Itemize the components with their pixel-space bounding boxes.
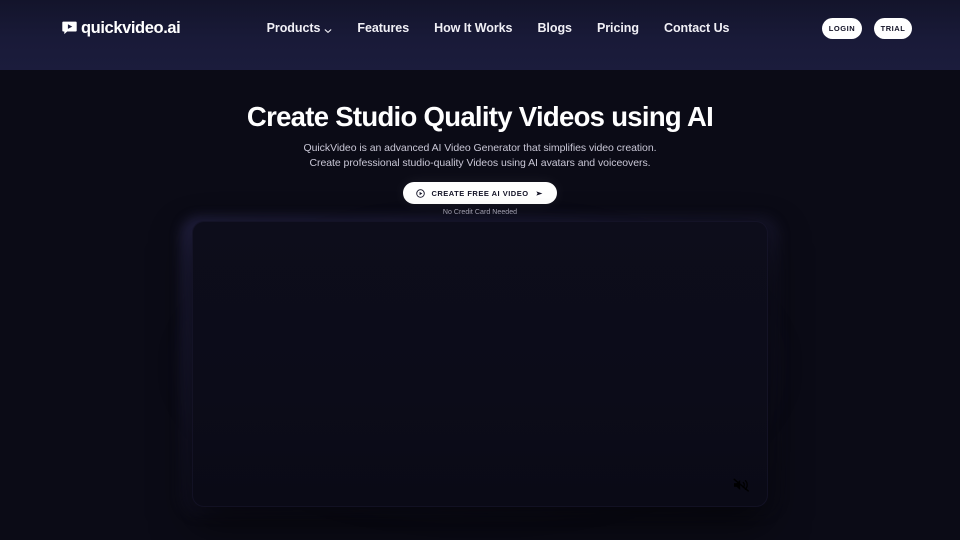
play-arrow-icon bbox=[535, 189, 544, 198]
nav-item-blogs[interactable]: Blogs bbox=[537, 21, 572, 35]
hero-subtitle-line-1: QuickVideo is an advanced AI Video Gener… bbox=[303, 141, 657, 154]
cta-container: CREATE FREE AI VIDEO bbox=[0, 182, 960, 205]
nav-label: How It Works bbox=[434, 21, 513, 35]
nav-item-products[interactable]: Products bbox=[267, 21, 333, 35]
no-credit-card-note: No Credit Card Needed bbox=[442, 209, 518, 217]
page-title: Create Studio Quality Videos using AI bbox=[246, 101, 714, 132]
navbar: quickvideo.ai Products Features How It W… bbox=[0, 0, 960, 56]
nav-label: Products bbox=[266, 21, 321, 35]
trial-button[interactable]: TRIAL bbox=[873, 17, 912, 39]
nav-item-how-it-works[interactable]: How It Works bbox=[434, 21, 512, 35]
hero-subtitle: QuickVideo is an advanced AI Video Gener… bbox=[0, 141, 960, 171]
brand-logo[interactable]: quickvideo.ai bbox=[62, 18, 181, 38]
video-player[interactable] bbox=[192, 221, 768, 507]
speaker-muted-icon[interactable] bbox=[732, 477, 750, 493]
nav-item-contact-us[interactable]: Contact Us bbox=[663, 21, 730, 35]
nav-item-pricing[interactable]: Pricing bbox=[597, 21, 639, 35]
login-button[interactable]: LOGIN bbox=[821, 17, 862, 39]
nav-label: Pricing bbox=[596, 21, 639, 35]
hero-section: Create Studio Quality Videos using AI Qu… bbox=[0, 70, 960, 216]
nav-label: Features bbox=[357, 21, 410, 35]
create-free-ai-video-button[interactable]: CREATE FREE AI VIDEO bbox=[403, 182, 557, 205]
main-navigation: Products Features How It Works Blogs Pri… bbox=[227, 21, 730, 35]
nav-label: Contact Us bbox=[663, 21, 730, 35]
nav-item-features[interactable]: Features bbox=[357, 21, 409, 35]
chat-play-icon bbox=[62, 21, 77, 35]
cta-label: CREATE FREE AI VIDEO bbox=[431, 188, 529, 198]
nav-label: Blogs bbox=[537, 21, 572, 35]
hero-subtitle-line-2: Create professional studio-quality Video… bbox=[309, 156, 651, 169]
chevron-down-icon bbox=[324, 24, 332, 33]
auth-actions: LOGIN TRIAL bbox=[821, 17, 912, 39]
page-root: quickvideo.ai Products Features How It W… bbox=[0, 0, 960, 540]
brand-name: quickvideo.ai bbox=[81, 18, 181, 37]
record-circle-icon bbox=[416, 189, 426, 198]
